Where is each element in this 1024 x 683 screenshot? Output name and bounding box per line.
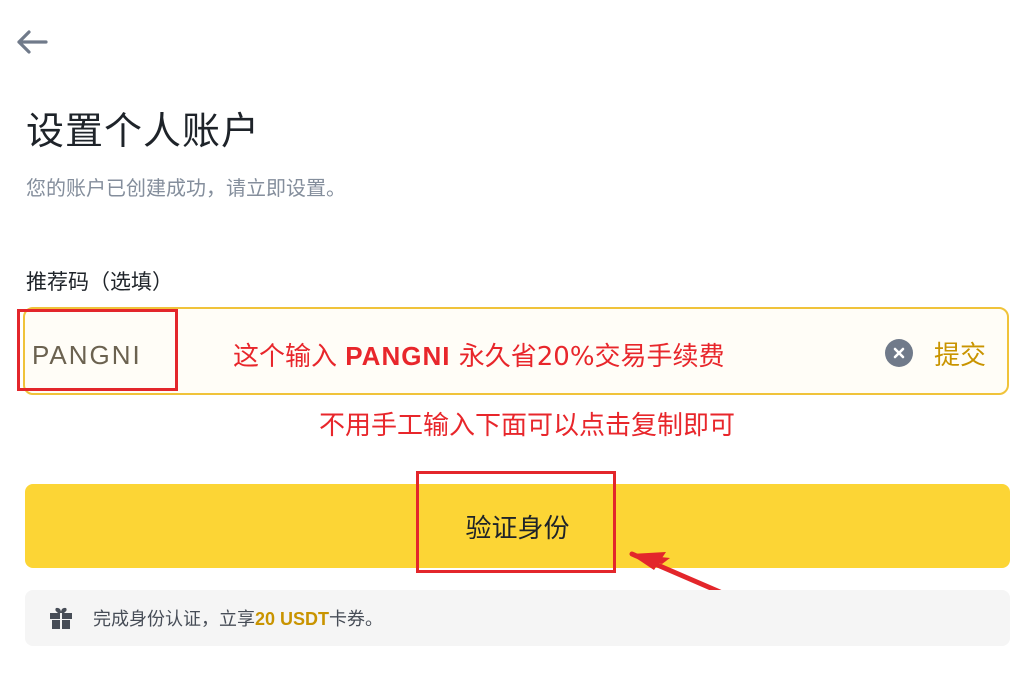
promo-banner: 完成身份认证，立享20 USDT卡券。 (25, 590, 1010, 646)
close-circle-icon[interactable] (885, 339, 913, 367)
referral-annotation-code: PANGNI (345, 341, 451, 371)
back-button[interactable] (12, 24, 52, 60)
referral-annotation: 这个输入 PANGNI 永久省20%交易手续费 (233, 336, 725, 373)
page-title: 设置个人账户 (26, 109, 261, 153)
promo-highlight: 20 USDT (255, 609, 330, 629)
referral-value-highlight (17, 309, 178, 391)
referral-field-label: 推荐码（选填） (26, 270, 173, 294)
gift-icon (50, 607, 72, 629)
referral-annotation-suffix: 永久省20%交易手续费 (450, 342, 725, 372)
page-subtitle: 您的账户已创建成功，请立即设置。 (26, 176, 346, 200)
verify-label-highlight (416, 471, 616, 573)
referral-annotation-prefix: 这个输入 (233, 342, 346, 372)
promo-text-suffix: 卡券。 (329, 609, 384, 630)
submit-referral-button[interactable]: 提交 (934, 335, 986, 372)
copy-annotation: 不用手工输入下面可以点击复制即可 (319, 411, 736, 441)
promo-text-prefix: 完成身份认证，立享 (93, 609, 255, 630)
close-icon (893, 347, 905, 359)
promo-text: 完成身份认证，立享20 USDT卡券。 (93, 605, 383, 631)
arrow-left-icon (17, 30, 48, 54)
